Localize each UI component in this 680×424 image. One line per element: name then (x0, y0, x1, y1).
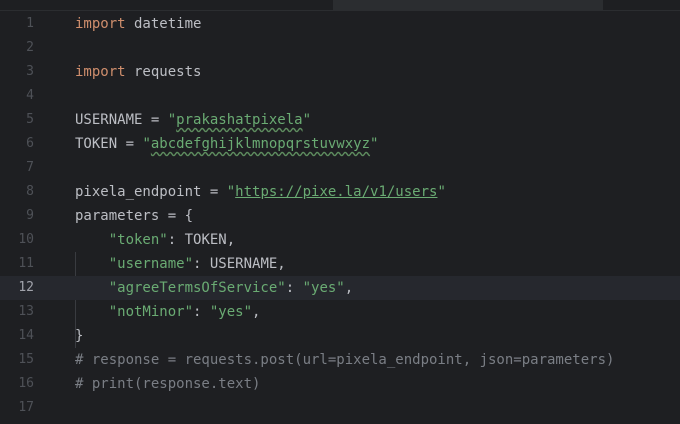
code-token: "token" (108, 232, 168, 248)
code-token: "notMinor" (108, 304, 194, 320)
editor-tab-bar (0, 0, 680, 11)
line-number[interactable]: 1 (0, 12, 34, 36)
line-number[interactable]: 8 (0, 180, 34, 204)
code-text: TOKEN = "abcdefghijklmnopqrstuvwxyz" (75, 132, 378, 156)
code-token: import (75, 16, 126, 32)
code-token: : (285, 280, 303, 296)
code-text: USERNAME = "prakashatpixela" (75, 108, 311, 132)
code-token: parameters = { (75, 208, 194, 224)
code-token: https://pixe.la/v1/users (235, 184, 438, 200)
code-line[interactable]: 12 "agreeTermsOfService": "yes", (0, 276, 680, 300)
line-number[interactable]: 5 (0, 108, 34, 132)
code-line[interactable]: 5 USERNAME = "prakashatpixela" (0, 108, 680, 132)
code-text: import datetime (75, 12, 201, 36)
line-number[interactable]: 13 (0, 300, 34, 324)
code-token: " (226, 184, 236, 200)
code-token: USERNAME = (75, 112, 168, 128)
line-number[interactable]: 2 (0, 36, 34, 60)
code-token: prakashatpixela (176, 112, 303, 128)
line-number[interactable]: 4 (0, 84, 34, 108)
code-token: : USERNAME, (193, 256, 286, 272)
code-line[interactable]: 4 (0, 84, 680, 108)
code-line[interactable]: 2 (0, 36, 680, 60)
editor-tab[interactable] (333, 0, 603, 10)
code-token: " (370, 136, 379, 152)
code-line[interactable]: 8 pixela_endpoint = "https://pixe.la/v1/u… (0, 180, 680, 204)
code-line[interactable]: 15 # response = requests.post(url=pixela_… (0, 348, 680, 372)
line-number[interactable]: 16 (0, 372, 34, 396)
code-text: # response = requests.post(url=pixela_en… (75, 348, 614, 372)
code-text: "username": USERNAME, (75, 252, 286, 276)
line-number[interactable]: 6 (0, 132, 34, 156)
code-line[interactable]: 3 import requests (0, 60, 680, 84)
code-token: : TOKEN, (167, 232, 236, 248)
code-token: pixela_endpoint = (75, 184, 227, 200)
code-line[interactable]: 7 (0, 156, 680, 180)
code-token: , (344, 280, 354, 296)
code-line[interactable]: 16 # print(response.text) (0, 372, 680, 396)
code-token: } (75, 328, 84, 344)
code-token: requests (125, 64, 202, 80)
code-text: # print(response.text) (75, 372, 260, 396)
code-text: import requests (75, 60, 201, 84)
code-line[interactable]: 13 "notMinor": "yes", (0, 300, 680, 324)
code-text: pixela_endpoint = "https://pixe.la/v1/us… (75, 180, 446, 204)
code-text: parameters = { (75, 204, 193, 228)
code-token: "username" (108, 256, 194, 272)
line-number[interactable]: 3 (0, 60, 34, 84)
line-number[interactable]: 14 (0, 324, 34, 348)
code-token: , (252, 304, 261, 320)
code-token: TOKEN = (75, 136, 143, 152)
code-token: # response = requests.post(url=pixela_en… (75, 352, 615, 368)
code-line[interactable]: 6 TOKEN = "abcdefghijklmnopqrstuvwxyz" (0, 132, 680, 156)
code-token: " (437, 184, 446, 200)
code-token: # print(response.text) (75, 376, 261, 392)
code-token: : (193, 304, 210, 320)
code-token: "yes" (209, 304, 253, 320)
code-text: "agreeTermsOfService": "yes", (75, 276, 353, 300)
code-token: import (75, 64, 126, 80)
code-token: datetime (125, 16, 202, 32)
line-number[interactable]: 9 (0, 204, 34, 228)
line-number[interactable]: 12 (0, 276, 34, 300)
code-line[interactable]: 9 parameters = { (0, 204, 680, 228)
code-line[interactable]: 14} (0, 324, 680, 348)
line-number[interactable]: 17 (0, 396, 34, 420)
code-text: "notMinor": "yes", (75, 300, 261, 324)
code-line[interactable]: 17 (0, 396, 680, 420)
line-number[interactable]: 11 (0, 252, 34, 276)
code-token: abcdefghijklmnopqrstuvwxyz (150, 136, 371, 152)
code-line[interactable]: 11 "username": USERNAME, (0, 252, 680, 276)
line-number[interactable]: 15 (0, 348, 34, 372)
code-token: "agreeTermsOfService" (108, 280, 286, 296)
code-token: " (142, 136, 151, 152)
code-text: } (75, 324, 83, 348)
line-number[interactable]: 10 (0, 228, 34, 252)
code-token: " (167, 112, 177, 128)
code-token: "yes" (302, 280, 345, 296)
code-line[interactable]: 10 "token": TOKEN, (0, 228, 680, 252)
line-number[interactable]: 7 (0, 156, 34, 180)
code-line[interactable]: 1 import datetime (0, 12, 680, 36)
code-editor[interactable]: 1 import datetime 2 3 import requests 4 5 USERN… (0, 12, 680, 424)
code-token: " (302, 112, 312, 128)
code-text: "token": TOKEN, (75, 228, 235, 252)
